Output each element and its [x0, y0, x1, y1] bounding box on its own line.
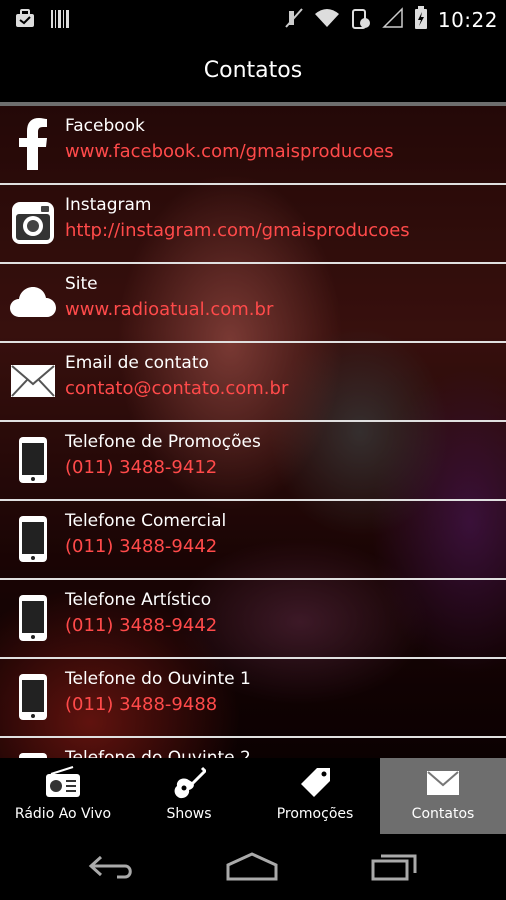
- tab-label: Shows: [166, 806, 212, 822]
- tab-promocoes[interactable]: Promoções: [252, 758, 378, 834]
- phone-icon: [10, 434, 56, 486]
- phone-icon: [10, 671, 56, 723]
- contacts-list[interactable]: Facebook www.facebook.com/gmaisproducoes…: [0, 102, 506, 758]
- contact-label: Site: [65, 274, 98, 294]
- contact-label: Telefone do Ouvinte 2: [65, 748, 251, 758]
- bottom-tab-bar: Rádio Ao Vivo Shows Promoções Contatos: [0, 758, 506, 834]
- recents-button[interactable]: [364, 848, 424, 884]
- contact-label: Telefone do Ouvinte 1: [65, 669, 251, 689]
- tab-shows[interactable]: Shows: [126, 758, 252, 834]
- contact-label: Telefone Artístico: [65, 590, 212, 610]
- instagram-icon: [10, 197, 56, 249]
- contact-row-site[interactable]: Site www.radioatual.com.br: [0, 264, 506, 343]
- phone-icon: [10, 750, 56, 758]
- contact-phone[interactable]: (011) 3488-9442: [65, 536, 217, 557]
- phone-icon: [10, 513, 56, 565]
- tab-label: Contatos: [411, 806, 475, 822]
- tab-label: Promoções: [276, 806, 354, 822]
- muted-icon: [284, 7, 304, 33]
- status-time: 10:22: [437, 8, 498, 32]
- contact-link[interactable]: www.facebook.com/gmaisproducoes: [65, 141, 394, 162]
- contact-row-phone-comercial[interactable]: Telefone Comercial (011) 3488-9442: [0, 501, 506, 580]
- contact-label: Instagram: [65, 195, 152, 215]
- radio-icon: [0, 766, 126, 800]
- guitar-icon: [126, 766, 252, 800]
- contact-row-phone-promocoes[interactable]: Telefone de Promoções (011) 3488-9412: [0, 422, 506, 501]
- back-icon: [88, 855, 132, 879]
- battery-alert-icon: [350, 6, 372, 34]
- status-bar: 10:22: [0, 0, 506, 38]
- tag-icon: [252, 766, 378, 800]
- envelope-icon: [380, 766, 506, 800]
- wifi-icon: [314, 7, 340, 33]
- contact-phone[interactable]: (011) 3488-9488: [65, 694, 217, 715]
- signal-icon: [382, 7, 404, 33]
- contact-label: Telefone de Promoções: [65, 432, 261, 452]
- contact-row-facebook[interactable]: Facebook www.facebook.com/gmaisproducoes: [0, 106, 506, 185]
- contact-link[interactable]: www.radioatual.com.br: [65, 299, 273, 320]
- contact-phone[interactable]: (011) 3488-9412: [65, 457, 217, 478]
- contact-link[interactable]: contato@contato.com.br: [65, 378, 288, 399]
- contact-row-email[interactable]: Email de contato contato@contato.com.br: [0, 343, 506, 422]
- facebook-icon: [10, 118, 56, 170]
- contact-link[interactable]: http://instagram.com/gmaisproducoes: [65, 220, 410, 241]
- contact-label: Email de contato: [65, 353, 209, 373]
- tab-radio-ao-vivo[interactable]: Rádio Ao Vivo: [0, 758, 126, 834]
- home-button[interactable]: [222, 848, 282, 884]
- recents-icon: [371, 854, 417, 881]
- contact-row-phone-artistico[interactable]: Telefone Artístico (011) 3488-9442: [0, 580, 506, 659]
- back-button[interactable]: [82, 848, 142, 884]
- tab-contatos[interactable]: Contatos: [380, 758, 506, 834]
- cloud-icon: [10, 276, 56, 328]
- page-title: Contatos: [203, 57, 303, 83]
- contact-row-phone-ouvinte-1[interactable]: Telefone do Ouvinte 1 (011) 3488-9488: [0, 659, 506, 738]
- system-nav-bar: [0, 834, 506, 900]
- barcode-icon: [50, 8, 70, 34]
- envelope-icon: [10, 355, 56, 407]
- phone-icon: [10, 592, 56, 644]
- briefcase-icon: [14, 8, 36, 34]
- contact-row-instagram[interactable]: Instagram http://instagram.com/gmaisprod…: [0, 185, 506, 264]
- contact-row-phone-ouvinte-2[interactable]: Telefone do Ouvinte 2: [0, 738, 506, 758]
- app-bar: Contatos: [0, 38, 506, 102]
- contact-phone[interactable]: (011) 3488-9442: [65, 615, 217, 636]
- tab-label: Rádio Ao Vivo: [14, 806, 112, 822]
- battery-charging-icon: [414, 6, 428, 34]
- contact-label: Telefone Comercial: [65, 511, 227, 531]
- contact-label: Facebook: [65, 116, 145, 136]
- home-icon: [226, 852, 278, 881]
